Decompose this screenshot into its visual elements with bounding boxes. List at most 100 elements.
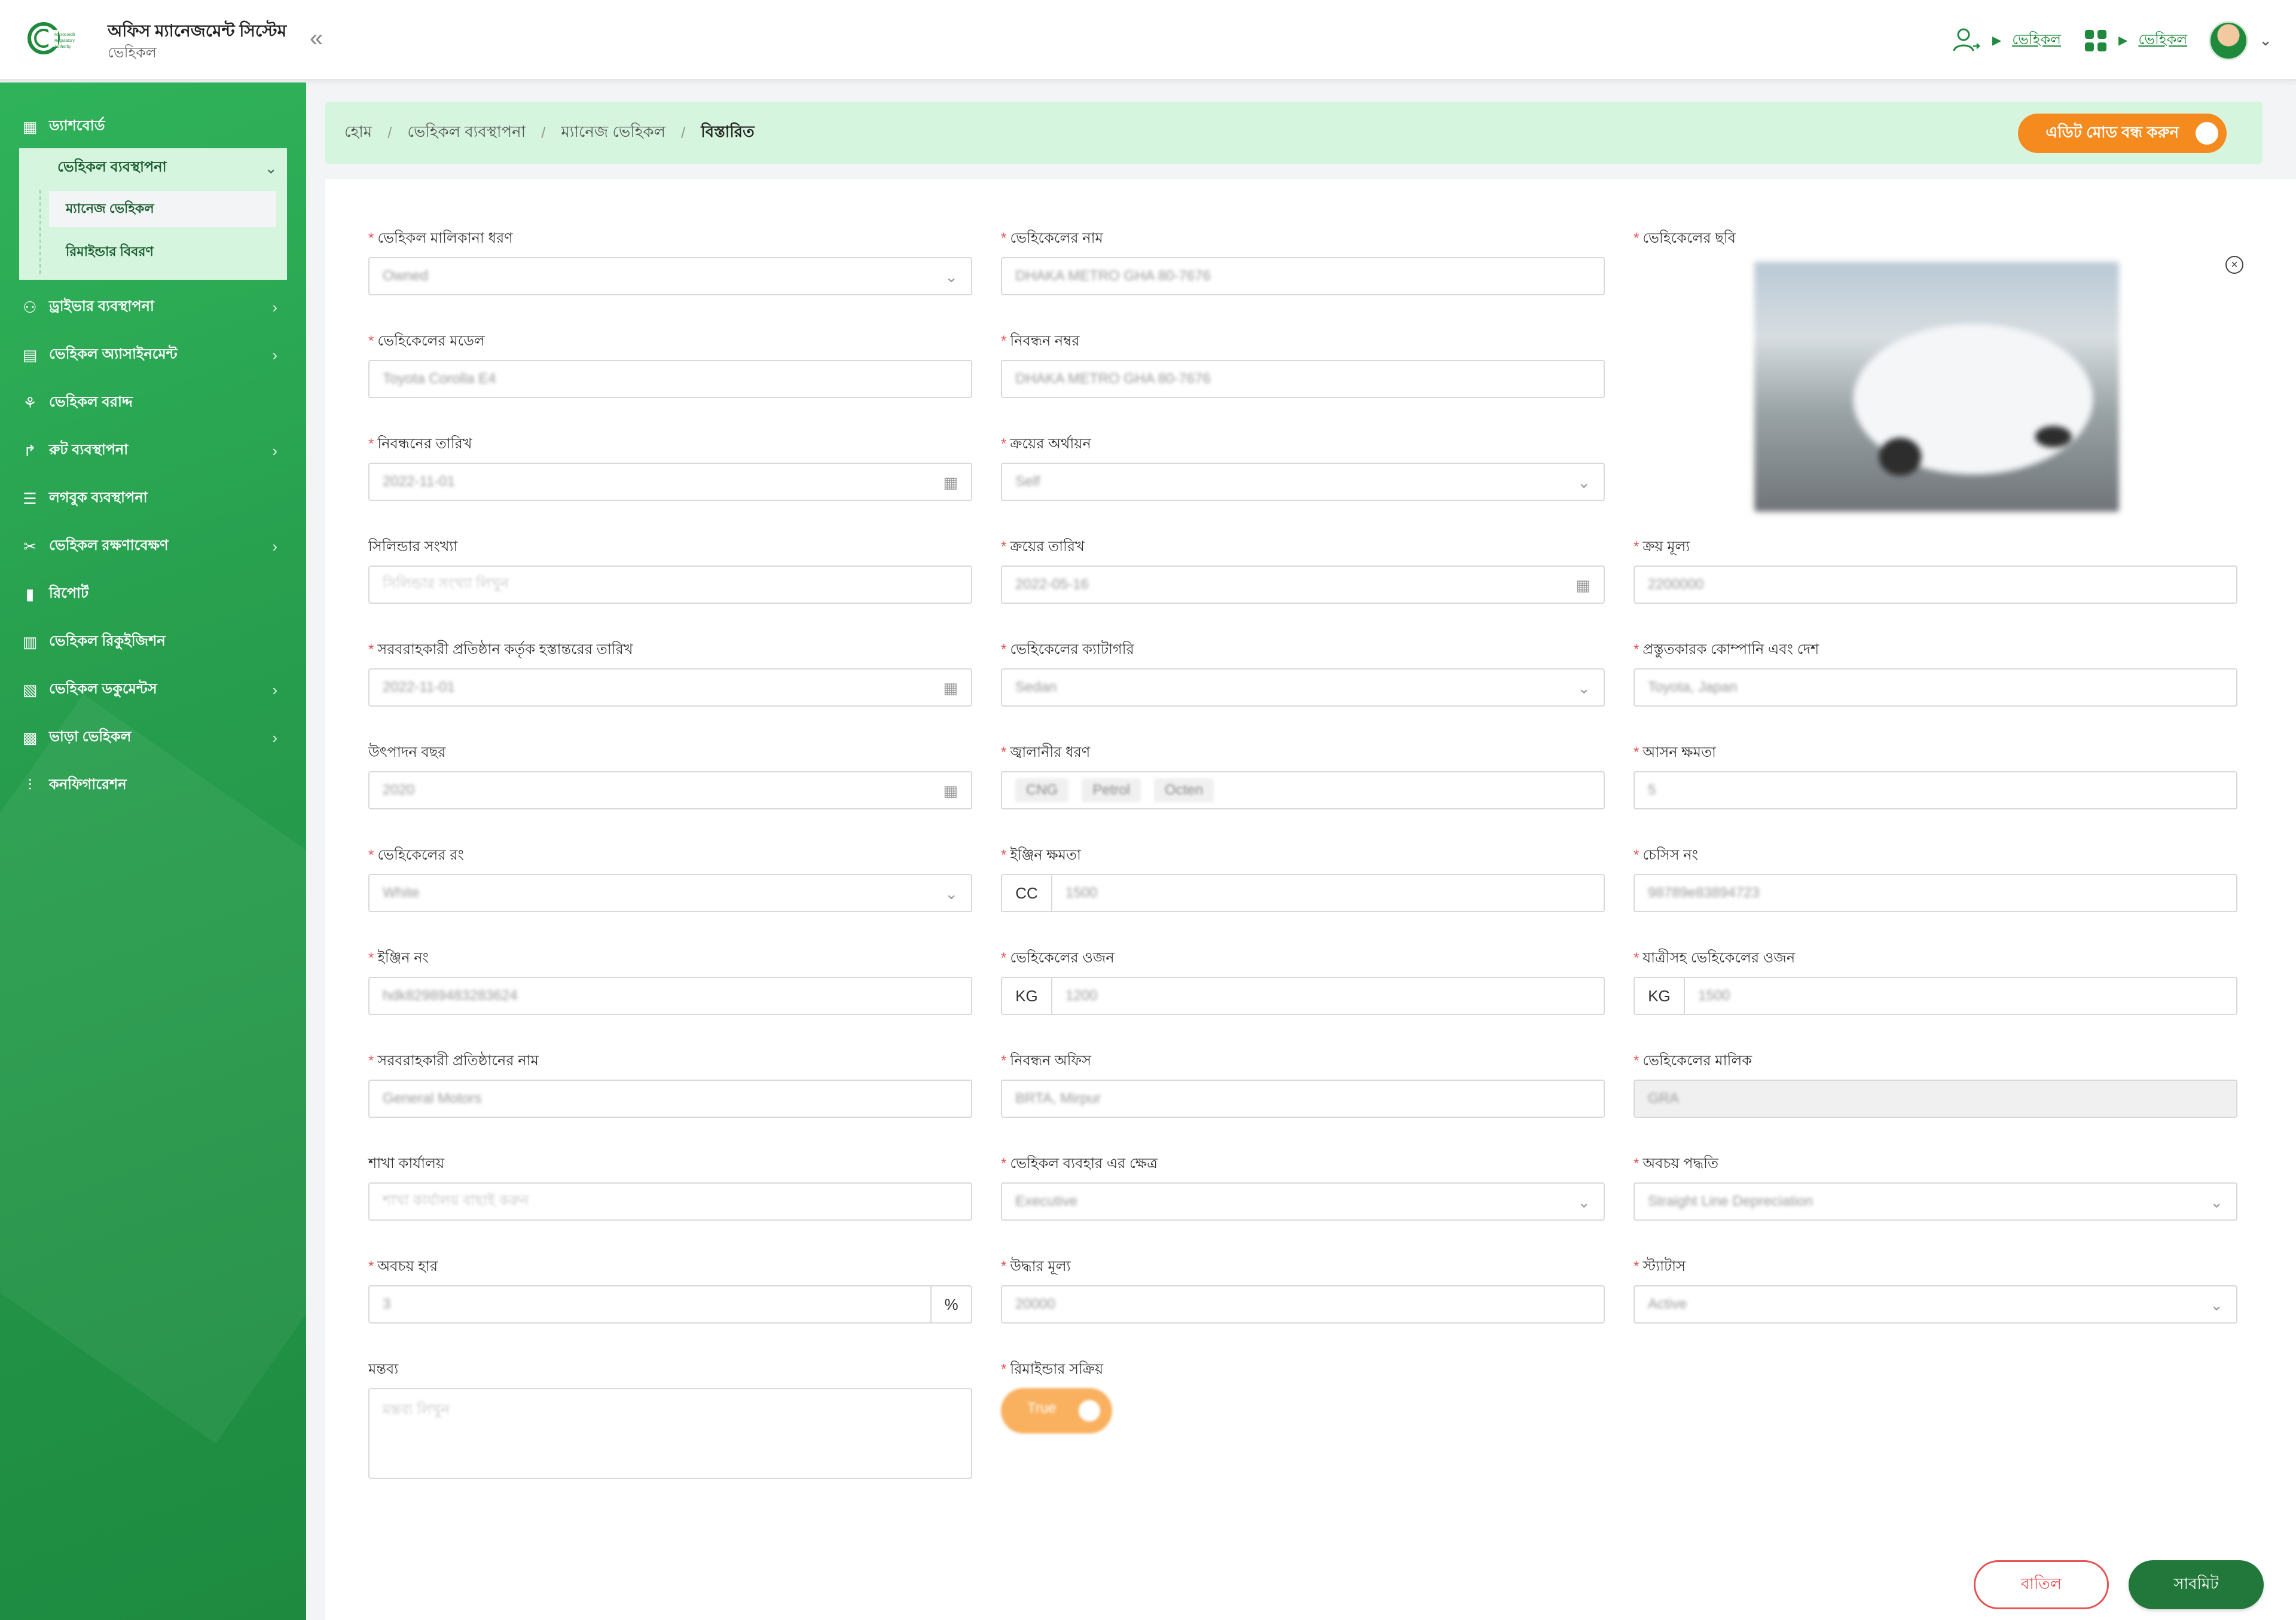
engine-no-input[interactable]: hdk82989483283624 bbox=[368, 977, 972, 1015]
field-label: নিবন্ধন অফিস bbox=[1010, 1053, 1091, 1069]
production-year-picker[interactable]: 2020 ▦ bbox=[368, 771, 972, 809]
user-switch-icon[interactable] bbox=[1952, 26, 1981, 56]
registration-no-input[interactable]: DHAKA METRO GHA 80-7676 bbox=[1001, 360, 1605, 398]
sidebar-item-vehicle-maintenance[interactable]: ✂ ভেহিকল রক্ষণাবেক্ষণ › bbox=[19, 528, 287, 564]
field-label: ভেহিকেলের মালিক bbox=[1642, 1053, 1752, 1069]
sidebar-item-dashboard[interactable]: ▦ ড্যাশবোর্ড bbox=[19, 109, 287, 145]
sidebar-item-logbook-management[interactable]: ☰ লগবুক ব্যবস্থাপনা bbox=[19, 481, 287, 516]
chassis-no-input[interactable]: 98789e83894723 bbox=[1634, 874, 2237, 912]
color-select[interactable]: White ⌄ bbox=[368, 874, 972, 912]
depreciation-rate-input[interactable]: 3% bbox=[368, 1285, 972, 1323]
model-input[interactable]: Toyota Corolla E4 bbox=[368, 360, 972, 398]
sidebar-item-vehicle-allocation[interactable]: ⚘ ভেহিকল বরাদ্দ bbox=[19, 385, 287, 421]
registration-office-input[interactable]: BRTA, Mirpur bbox=[1001, 1080, 1605, 1118]
assignment-icon: ▤ bbox=[22, 346, 38, 364]
cancel-button[interactable]: বাতিল bbox=[1974, 1560, 2109, 1609]
field-label: ইঞ্জিন নং bbox=[377, 950, 429, 966]
ownership-type-field: * ভেহিকল মালিকানা ধরণ Owned ⌄ bbox=[368, 227, 972, 295]
purchase-price-input[interactable]: 2200000 bbox=[1634, 566, 2237, 604]
edit-mode-toggle[interactable]: এডিট মোড বন্ধ করুন bbox=[2018, 114, 2227, 153]
field-value: 5 bbox=[1648, 782, 1656, 798]
purchase-funding-select[interactable]: Self ⌄ bbox=[1001, 463, 1605, 501]
field-label: অবচয় হার bbox=[377, 1258, 438, 1274]
chevron-right-icon: › bbox=[272, 441, 277, 460]
status-select[interactable]: Active ⌄ bbox=[1634, 1285, 2237, 1323]
field-label: ভেহিকল ব্যবহার এর ক্ষেত্র bbox=[1010, 1156, 1158, 1172]
regulatory-authority-logo: Microcredit Regulatory Authority bbox=[28, 22, 75, 54]
sidebar: ▦ ড্যাশবোর্ড ভেহিকল ব্যবস্থাপনা ⌄ ম্যানে… bbox=[0, 82, 306, 1620]
reminder-active-switch[interactable]: True bbox=[1001, 1388, 1112, 1433]
sidebar-item-vehicle-documents[interactable]: ▧ ভেহিকল ডকুমেন্টস › bbox=[19, 672, 287, 708]
sidebar-item-report[interactable]: ▮ রিপোর্ট bbox=[19, 576, 287, 612]
user-avatar[interactable] bbox=[2209, 20, 2249, 60]
field-value: Toyota Corolla E4 bbox=[383, 371, 496, 387]
breadcrumb-manage-vehicle[interactable]: ম্যানেজ ভেহিকল bbox=[561, 120, 665, 146]
calendar-icon: ▦ bbox=[1576, 576, 1590, 594]
report-icon: ▮ bbox=[25, 585, 35, 603]
sidebar-item-route-management[interactable]: ↱ রুট ব্যবস্থাপনা › bbox=[19, 433, 287, 469]
seat-capacity-input[interactable]: 5 bbox=[1634, 771, 2237, 809]
engine-capacity-input[interactable]: CC 1500 bbox=[1001, 874, 1605, 912]
cylinder-count-input[interactable]: সিলিন্ডার সংখ্যা লিখুন bbox=[368, 566, 972, 604]
vehicle-name-input[interactable]: DHAKA METRO GHA 80-7676 bbox=[1001, 257, 1605, 295]
submenu-guide-line bbox=[39, 190, 41, 274]
fuel-tag[interactable]: Octen bbox=[1154, 778, 1214, 802]
field-label: ভেহিকেলের ক্যাটাগরি bbox=[1010, 641, 1134, 658]
breadcrumb-home[interactable]: হোম bbox=[344, 120, 372, 146]
branch-office-select[interactable]: শাখা কার্যালয় বাছাই করুন bbox=[368, 1182, 972, 1221]
field-label: সিলিন্ডার সংখ্যা bbox=[368, 539, 458, 555]
depreciation-method-select[interactable]: Straight Line Depreciation ⌄ bbox=[1634, 1182, 2237, 1221]
breadcrumb-vehicle-management[interactable]: ভেহিকল ব্যবস্থাপনা bbox=[407, 120, 526, 146]
registration-date-picker[interactable]: 2022-11-01 ▦ bbox=[368, 463, 972, 501]
app-link-vehicle[interactable]: ভেহিকল bbox=[2138, 29, 2187, 53]
field-label: ভেহিকেলের ছবি bbox=[1642, 230, 1736, 246]
collapse-sidebar-icon[interactable]: « bbox=[310, 26, 323, 50]
field-label: ভেহিকেলের নাম bbox=[1010, 230, 1103, 246]
svg-text:Regulatory: Regulatory bbox=[54, 39, 75, 43]
sidebar-subitem-reminder-details[interactable]: রিমাইন্ডার বিবরণ bbox=[49, 234, 276, 270]
supplier-name-input[interactable]: General Motors bbox=[368, 1080, 972, 1118]
breadcrumb-current: বিস্তারিত bbox=[701, 123, 755, 140]
sidebar-item-vehicle-management[interactable]: ভেহিকল ব্যবস্থাপনা ⌄ bbox=[19, 148, 287, 188]
handover-date-picker[interactable]: 2022-11-01 ▦ bbox=[368, 668, 972, 707]
registration-no-field: * নিবন্ধন নম্বর DHAKA METRO GHA 80-7676 bbox=[1001, 330, 1605, 398]
vehicle-weight-input[interactable]: KG 1200 bbox=[1001, 977, 1605, 1015]
salvage-value-input[interactable]: 20000 bbox=[1001, 1285, 1605, 1323]
fuel-tag[interactable]: Petrol bbox=[1082, 778, 1141, 802]
svg-text:Microcredit: Microcredit bbox=[54, 33, 75, 37]
fuel-type-field: * জ্বালানীর ধরণ CNG Petrol Octen bbox=[1001, 741, 1605, 809]
remarks-textarea[interactable]: মন্তব্য লিখুন bbox=[368, 1388, 972, 1479]
sidebar-item-vehicle-requisition[interactable]: ▥ ভেহিকল রিকুইজিশন bbox=[19, 624, 287, 660]
purchase-date-field: * ক্রয়ের তারিখ 2022-05-16 ▦ bbox=[1001, 536, 1605, 604]
sidebar-item-vehicle-assignment[interactable]: ▤ ভেহিকল অ্যাসাইনমেন্ট › bbox=[19, 337, 287, 373]
chevron-down-icon: ⌄ bbox=[1577, 1193, 1590, 1211]
edit-mode-label: এডিট মোড বন্ধ করুন bbox=[2045, 123, 2179, 141]
manufacturer-input[interactable]: Toyota, Japan bbox=[1634, 668, 2237, 707]
sidebar-item-configuration[interactable]: ⫶ কনফিগারেশন bbox=[19, 768, 287, 803]
branch-office-field: শাখা কার্যালয় শাখা কার্যালয় বাছাই করুন bbox=[368, 1153, 972, 1221]
apps-grid-icon[interactable] bbox=[2084, 29, 2108, 53]
ownership-type-select[interactable]: Owned ⌄ bbox=[368, 257, 972, 295]
toggle-knob bbox=[2196, 122, 2218, 145]
loaded-weight-input[interactable]: KG 1500 bbox=[1634, 977, 2237, 1015]
field-value: DHAKA METRO GHA 80-7676 bbox=[1015, 268, 1211, 284]
field-value: 2020 bbox=[383, 782, 415, 798]
purchase-price-field: * ক্রয় মূল্য 2200000 bbox=[1634, 536, 2237, 604]
remove-photo-icon[interactable]: × bbox=[2225, 256, 2243, 274]
category-select[interactable]: Sedan ⌄ bbox=[1001, 668, 1605, 707]
calendar-icon: ▦ bbox=[943, 679, 958, 697]
sidebar-item-rental-vehicle[interactable]: ▩ ভাড়া ভেহিকল › bbox=[19, 720, 287, 756]
chevron-down-icon[interactable]: ⌄ bbox=[2259, 31, 2272, 50]
module-link-vehicle[interactable]: ভেহিকল bbox=[2012, 29, 2061, 53]
field-label: সরবরাহকারী প্রতিষ্ঠানের নাম bbox=[377, 1053, 539, 1069]
purchase-date-picker[interactable]: 2022-05-16 ▦ bbox=[1001, 566, 1605, 604]
cylinder-count-field: সিলিন্ডার সংখ্যা সিলিন্ডার সংখ্যা লিখুন bbox=[368, 536, 972, 604]
field-label: স্ট্যাটাস bbox=[1642, 1258, 1686, 1274]
usage-area-select[interactable]: Executive ⌄ bbox=[1001, 1182, 1605, 1221]
sidebar-item-driver-management[interactable]: ⚇ ড্রাইভার ব্যবস্থাপনা › bbox=[19, 289, 287, 325]
salvage-value-field: * উদ্ধার মূল্য 20000 bbox=[1001, 1255, 1605, 1323]
fuel-type-multiselect[interactable]: CNG Petrol Octen bbox=[1001, 771, 1605, 809]
sidebar-subitem-manage-vehicle[interactable]: ম্যানেজ ভেহিকল bbox=[49, 191, 276, 227]
submit-button[interactable]: সাবমিট bbox=[2129, 1560, 2264, 1609]
fuel-tag[interactable]: CNG bbox=[1015, 778, 1069, 802]
